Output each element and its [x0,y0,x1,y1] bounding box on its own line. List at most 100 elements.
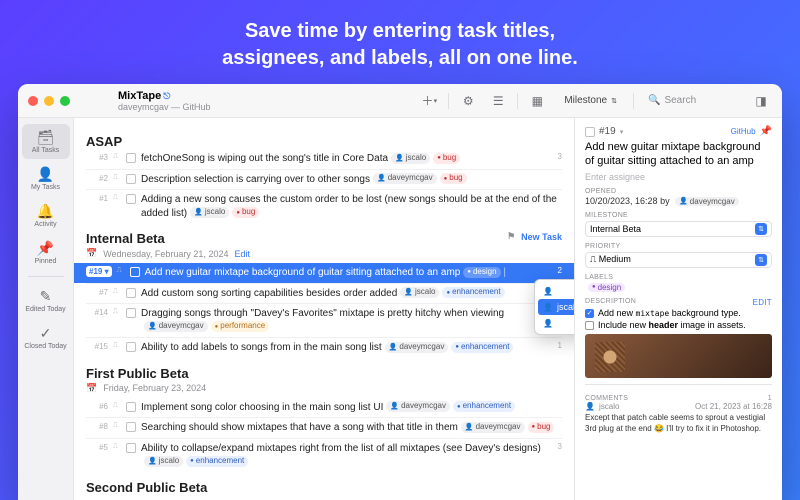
calendar-icon: 📅 [86,383,97,394]
checklist-checkbox[interactable]: ✓ [585,309,594,318]
pin-icon[interactable]: 📌 [760,126,772,137]
external-link-icon[interactable]: ⎋ [163,91,170,101]
task-row[interactable]: #7 ⎍ Add custom song sorting capabilitie… [86,283,562,304]
task-checkbox[interactable] [126,443,136,453]
sidebar-item-closed-today[interactable]: ✓Closed Today [22,320,70,355]
assignee-chip[interactable]: jscalo [391,153,430,164]
assignee-chip[interactable]: daveymcgav [386,401,450,412]
description-label: DESCRIPTIONEdit [585,298,772,305]
label-chip[interactable]: enhancement [453,401,515,412]
task-row[interactable]: #2 ⎍ Description selection is carrying o… [86,169,562,190]
signal-icon: ⎍ [113,173,121,182]
assignee-chip[interactable]: jscalo [144,456,183,467]
section-title: Second Public Beta [86,480,562,495]
task-checkbox[interactable] [126,342,136,352]
task-row[interactable]: #15 ⎍ Ability to add labels to songs fro… [86,337,562,358]
sidebar-item-activity[interactable]: 🔔Activity [22,198,70,233]
section-title: ASAP [86,134,562,149]
autocomplete-item[interactable]: aaronfoss [538,315,574,331]
project-title-group: MixTape⎋ daveymcgav — GitHub [118,90,211,112]
priority-select[interactable]: ⎍ Medium⇅ [585,252,772,268]
task-checkbox[interactable] [126,402,136,412]
close-icon[interactable] [28,96,38,106]
task-number: #15 [86,341,108,351]
attachment-thumbnail[interactable] [585,334,772,378]
task-row[interactable]: #6 ⎍ Implement song color choosing in th… [86,398,562,418]
milestone-label: MILESTONE [585,212,772,219]
issue-checkbox[interactable] [585,127,595,137]
task-checkbox[interactable] [130,267,140,277]
window-controls [28,96,70,106]
task-title: fetchOneSong is wiping out the song's ti… [141,153,388,164]
sidebar-toggle-icon[interactable]: ◨ [750,90,772,112]
task-row[interactable]: #3 ⎍ fetchOneSong is wiping out the song… [86,149,562,169]
task-title: Ability to collapse/expand mixtapes righ… [141,443,541,454]
task-row[interactable]: #1 ⎍ Adding a new song causes the custom… [86,189,562,223]
task-checkbox[interactable] [126,308,136,318]
assignee-chip[interactable]: daveymcgav [385,342,449,353]
label-chip[interactable]: design [588,283,625,292]
label-chip[interactable]: enhancement [442,287,504,298]
sidebar-item-edited-today[interactable]: ✎Edited Today [22,283,70,318]
label-chip[interactable]: design [463,267,500,278]
assignee-autocomplete: daveymcgavjscalo✓aaronfoss [534,279,574,335]
autocomplete-item[interactable]: jscalo✓ [538,299,574,315]
sidebar-icon: 👤 [22,166,70,183]
signal-icon: ⎍ [113,421,121,430]
milestone-filter[interactable]: Milestone⇅ [556,93,625,108]
sidebar-item-all-tasks[interactable]: 🗃All Tasks [22,124,70,159]
assignee-input[interactable]: Enter assignee [585,172,772,182]
hero-headline: Save time by entering task titles, assig… [0,0,800,86]
edit-link[interactable]: Edit [234,249,250,259]
label-chip[interactable]: bug [232,207,259,218]
sidebar-item-my-tasks[interactable]: 👤My Tasks [22,161,70,196]
github-link[interactable]: GitHub [731,127,756,136]
search-input[interactable]: 🔍Search [642,93,742,108]
assignee-chip[interactable]: jscalo [400,287,439,298]
task-row[interactable]: #14 ⎍ Dragging songs through "Davey's Fa… [86,303,562,337]
task-row[interactable]: #8 ⎍ Searching should show mixtapes that… [86,417,562,438]
minimize-icon[interactable] [44,96,54,106]
task-checkbox[interactable] [126,422,136,432]
assignee-chip[interactable]: daveymcgav [461,422,525,433]
assignee-chip[interactable]: daveymcgav [373,173,437,184]
label-chip[interactable]: bug [440,173,467,184]
assignee-chip[interactable]: jscalo [190,207,229,218]
signal-icon: ⎍ [113,193,121,202]
opener-chip[interactable]: daveymcgav [675,197,739,206]
label-chip[interactable]: enhancement [451,342,513,353]
new-task-button[interactable]: New Task [521,232,562,242]
label-chip[interactable]: enhancement [186,456,248,467]
label-chip[interactable]: bug [528,422,555,433]
labels-label: LABELS [585,274,772,281]
sidebar-icon: ✓ [22,325,70,342]
assignee-chip[interactable]: daveymcgav [144,321,208,332]
label-chip[interactable]: bug [433,153,460,164]
board-icon[interactable]: ▦ [526,90,548,112]
sidebar-item-pinned[interactable]: 📌Pinned [22,235,70,270]
task-row[interactable]: #19 ▾ ⎍ Add new guitar mixtape backgroun… [74,263,574,283]
signal-icon: ⎍ [113,341,121,350]
milestone-select[interactable]: Internal Beta⇅ [585,221,772,237]
project-name: MixTape [118,90,161,102]
zoom-icon[interactable] [60,96,70,106]
add-button[interactable]: ＋▾ [418,90,440,112]
task-checkbox[interactable] [126,174,136,184]
section-flag-icon[interactable]: ⚑ [507,231,515,242]
task-checkbox[interactable] [126,288,136,298]
signal-icon: ⎍ [117,266,125,275]
opened-value: 10/20/2023, 16:28 by daveymcgav [585,196,772,206]
task-list-main: ASAP #3 ⎍ fetchOneSong is wiping out the… [74,118,574,500]
label-chip[interactable]: performance [211,321,270,332]
checklist-checkbox[interactable] [585,321,594,330]
task-number: #5 [86,442,108,452]
edit-description-link[interactable]: Edit [753,298,772,307]
comment-count: 3 [558,442,562,451]
autocomplete-item[interactable]: daveymcgav [538,283,574,299]
task-checkbox[interactable] [126,153,136,163]
gear-icon[interactable]: ⚙ [457,90,479,112]
task-checkbox[interactable] [126,194,136,204]
filter-icon[interactable]: ☰ [487,90,509,112]
signal-icon: ⎍ [113,287,121,296]
task-row[interactable]: #5 ⎍ Ability to collapse/expand mixtapes… [86,438,562,472]
